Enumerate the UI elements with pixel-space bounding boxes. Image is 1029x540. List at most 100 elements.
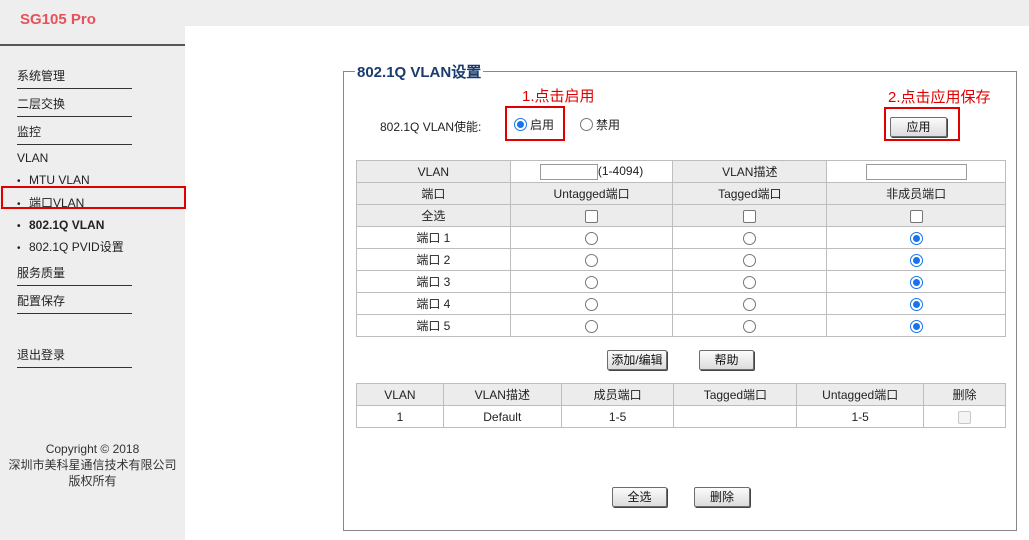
port-label: 端口 3 <box>356 270 511 293</box>
radio-cell <box>672 248 828 271</box>
port-row: 端口 1 <box>356 226 1006 249</box>
select-all-label: 全选 <box>356 204 511 227</box>
copyright: Copyright © 2018 深圳市美科星通信技术有限公司 版权所有 <box>0 441 185 489</box>
untagged-radio[interactable] <box>585 231 599 245</box>
apply-button[interactable]: 应用 <box>890 117 947 137</box>
radio-cell <box>509 314 674 337</box>
delete-button[interactable]: 删除 <box>694 487 750 507</box>
disable-option-label: 禁用 <box>596 118 621 132</box>
sidebar-item-vlan[interactable]: VLAN <box>17 151 48 165</box>
bullet-icon: • <box>17 243 21 254</box>
select-all-non-member-checkbox[interactable] <box>909 209 923 223</box>
cell-desc: Default <box>442 405 562 428</box>
header-untagged-ports: Untagged端口 <box>796 383 925 406</box>
port-row: 端口 5 <box>356 314 1006 337</box>
table-row: 1 Default 1-5 1-5 <box>356 405 1006 428</box>
port-label: 端口 5 <box>356 314 511 337</box>
sidebar-item-logout[interactable]: 退出登录 <box>17 348 132 368</box>
vlan-desc-label: VLAN描述 <box>672 160 828 183</box>
select-all-cell <box>509 204 674 227</box>
cell-delete <box>923 405 1006 428</box>
sidebar-item-label: MTU VLAN <box>29 173 90 187</box>
sidebar-item-qos[interactable]: 服务质量 <box>17 266 132 286</box>
copyright-rights: 版权所有 <box>68 474 117 488</box>
untagged-radio[interactable] <box>585 253 599 267</box>
sidebar-item-pvid[interactable]: • 802.1Q PVID设置 <box>17 240 124 256</box>
table-row: VLAN (1-4094) VLAN描述 <box>356 160 1006 183</box>
untagged-radio[interactable] <box>585 319 599 333</box>
radio-cell <box>672 270 828 293</box>
help-button[interactable]: 帮助 <box>699 350 754 370</box>
untagged-radio[interactable] <box>585 275 599 289</box>
vlan-range-hint: (1-4094) <box>597 163 644 178</box>
non-member-radio[interactable] <box>909 319 923 333</box>
top-bar <box>0 0 1029 26</box>
radio-cell <box>672 226 828 249</box>
radio-cell <box>509 226 674 249</box>
port-row: 端口 4 <box>356 292 1006 315</box>
radio-cell <box>826 248 1006 271</box>
vlan-id-cell: (1-4094) <box>509 160 674 183</box>
header-untagged: Untagged端口 <box>509 182 674 205</box>
delete-checkbox <box>958 410 972 424</box>
tagged-radio[interactable] <box>743 297 757 311</box>
port-label: 端口 2 <box>356 248 511 271</box>
tagged-radio[interactable] <box>743 253 757 267</box>
header-vlan-desc: VLAN描述 <box>442 383 562 406</box>
port-row: 端口 3 <box>356 270 1006 293</box>
page-title: 802.1Q VLAN设置 <box>355 61 484 82</box>
sidebar-item-8021q-vlan[interactable]: • 802.1Q VLAN <box>17 218 104 234</box>
disable-radio[interactable]: 禁用 <box>580 116 620 133</box>
select-all-untagged-checkbox[interactable] <box>585 209 599 223</box>
table-header-row: VLAN VLAN描述 成员端口 Tagged端口 Untagged端口 删除 <box>356 383 1006 406</box>
vlan-list-table: VLAN VLAN描述 成员端口 Tagged端口 Untagged端口 删除 … <box>356 383 1006 428</box>
sidebar-item-monitor[interactable]: 监控 <box>17 125 132 145</box>
active-item-highlight <box>1 186 186 209</box>
sidebar-item-label: 802.1Q VLAN <box>29 218 105 232</box>
radio-cell <box>509 248 674 271</box>
annotation-step1: 1.点击启用 <box>522 88 595 105</box>
radio-cell <box>509 270 674 293</box>
radio-icon <box>580 118 593 131</box>
table-header-row: 端口 Untagged端口 Tagged端口 非成员端口 <box>356 182 1006 205</box>
non-member-radio[interactable] <box>909 253 923 267</box>
select-all-tagged-checkbox[interactable] <box>743 209 757 223</box>
annotation-step2: 2.点击应用保存 <box>888 89 991 106</box>
enable-radio[interactable]: 启用 <box>514 116 554 133</box>
sidebar-item-l2-switching[interactable]: 二层交换 <box>17 97 132 117</box>
cell-members: 1-5 <box>560 405 675 428</box>
radio-cell <box>826 270 1006 293</box>
port-row: 端口 2 <box>356 248 1006 271</box>
radio-cell <box>672 292 828 315</box>
tagged-radio[interactable] <box>743 231 757 245</box>
port-label: 端口 1 <box>356 226 511 249</box>
sidebar-item-system[interactable]: 系统管理 <box>17 69 132 89</box>
add-edit-button[interactable]: 添加/编辑 <box>607 350 667 370</box>
tagged-radio[interactable] <box>743 275 757 289</box>
header-delete: 删除 <box>923 383 1006 406</box>
vlan-id-label: VLAN <box>356 160 511 183</box>
select-all-row: 全选 <box>356 204 1006 227</box>
radio-cell <box>826 314 1006 337</box>
port-label: 端口 4 <box>356 292 511 315</box>
header-port: 端口 <box>356 182 511 205</box>
cell-vlan: 1 <box>356 405 444 428</box>
non-member-radio[interactable] <box>909 275 923 289</box>
bullet-icon: • <box>17 221 21 232</box>
sidebar-item-save-config[interactable]: 配置保存 <box>17 294 132 314</box>
radio-cell <box>509 292 674 315</box>
non-member-radio[interactable] <box>909 297 923 311</box>
header-member-ports: 成员端口 <box>560 383 675 406</box>
radio-cell <box>672 314 828 337</box>
select-all-button[interactable]: 全选 <box>612 487 667 507</box>
tagged-radio[interactable] <box>743 319 757 333</box>
enable-label: 802.1Q VLAN使能: <box>380 120 482 134</box>
header-tagged: Tagged端口 <box>672 182 828 205</box>
non-member-radio[interactable] <box>909 231 923 245</box>
vlan-id-input[interactable] <box>539 163 598 180</box>
sidebar-item-label: 802.1Q PVID设置 <box>29 240 124 254</box>
select-all-cell <box>672 204 828 227</box>
untagged-radio[interactable] <box>585 297 599 311</box>
select-all-cell <box>826 204 1006 227</box>
vlan-desc-input[interactable] <box>865 163 967 180</box>
